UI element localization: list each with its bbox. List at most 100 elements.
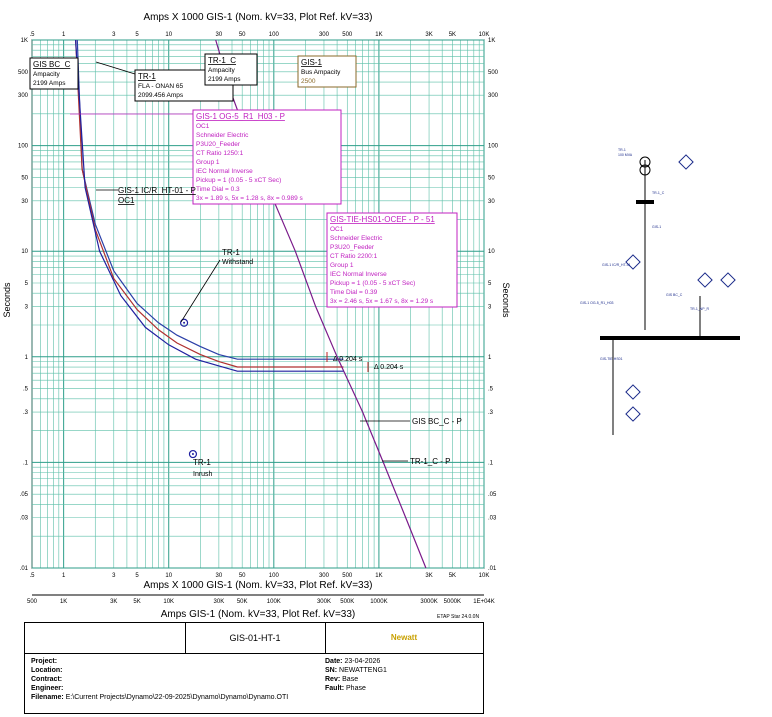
relay-icon (697, 272, 713, 288)
oneline-label: TR-1_NP_R (690, 307, 710, 311)
oneline-label: TR-1_C (652, 191, 665, 195)
x-tick-label-bottom: 5 (135, 573, 139, 579)
x-tick-label-top: 300 (319, 32, 330, 38)
x-tick-label-bottom: 10 (165, 573, 172, 579)
callout-og5-line: Pickup = 1 (0.05 - 5 xCT Sec) (196, 177, 281, 184)
x-tick-label-top: 3K (425, 32, 432, 38)
chart-bottom-title: Amps X 1000 GIS-1 (Nom. kV=33, Plot Ref.… (144, 580, 373, 591)
y-tick-label-right: .01 (488, 566, 497, 572)
callout-tr1-fla-line: FLA - ONAN 65 (138, 83, 184, 90)
callout-tie-line: Group 1 (330, 262, 354, 269)
bus-bar-gis1 (600, 336, 740, 340)
x-tick-label-bottom: 3 (112, 573, 116, 579)
x-tick-label-top: .5 (29, 32, 35, 38)
x-tick-label-top: 5 (135, 32, 139, 38)
y-tick-label-right: .05 (488, 492, 497, 498)
serial-number: NEWATTENG1 (339, 667, 387, 674)
y-tick-label-left: 100 (18, 144, 29, 150)
marker-dot (191, 453, 194, 456)
title-block: GIS-01-HT-1 Newatt Project: Location: Co… (24, 622, 484, 714)
x2-tick-label: 5K (133, 599, 140, 605)
callout-gis-bc-line: Ampacity (33, 71, 60, 78)
y-tick-label-right: 100 (488, 144, 499, 150)
y-tick-label-right: 500 (488, 70, 499, 76)
x-tick-label-top: 10 (165, 32, 172, 38)
x-tick-label-bottom: 10K (479, 573, 490, 579)
tr-name: TR-1 (618, 148, 626, 152)
label-tr1-c-p: TR-1_C - P (410, 457, 450, 466)
x2-tick-label: 100K (267, 599, 281, 605)
y-axis-label-left: Seconds (2, 282, 12, 318)
y-tick-label-left: 500 (18, 70, 29, 76)
callout-tie-line: Schneider Electric (330, 235, 383, 242)
y-axis-label-right: Seconds (501, 282, 511, 318)
callout-og5-line: OC1 (196, 123, 210, 130)
callout-tie-line: OC1 (330, 226, 344, 233)
callout-og5-line: CT Ratio 1250:1 (196, 150, 244, 157)
oneline-label: GIS-TIE-HS01 (600, 357, 623, 361)
callout-tr1-c-ampacity-line: Ampacity (208, 67, 235, 74)
x2-tick-label: 50K (237, 599, 248, 605)
label-inrush: TR-1 (193, 458, 211, 467)
y-tick-label-right: 1 (488, 355, 492, 361)
label-icr-oc1: OC1 (118, 196, 135, 205)
chart-title: Amps X 1000 GIS-1 (Nom. kV=33, Plot Ref.… (144, 12, 373, 23)
y-tick-label-left: .05 (20, 492, 29, 498)
x-tick-label-top: 30 (216, 32, 223, 38)
x-tick-label-bottom: 30 (216, 573, 223, 579)
fault-type: Phase (346, 685, 366, 692)
callout-og5-line: P3U20_Feeder (196, 141, 241, 148)
x2-tick-label: 1000K (370, 599, 387, 605)
x-tick-label-top: 3 (112, 32, 116, 38)
label-icr: GIS-1 IC/R_HT-01 - P (118, 186, 196, 195)
y-tick-label-left: .5 (23, 387, 29, 393)
y-tick-label-left: 5 (25, 281, 29, 287)
x-tick-label-top: 5K (449, 32, 456, 38)
y-tick-label-left: 3 (25, 304, 29, 310)
x-tick-label-bottom: 500 (342, 573, 353, 579)
y-tick-label-left: 10 (21, 249, 28, 255)
y-tick-label-right: 300 (488, 93, 499, 99)
filename: E:\Current Projects\Dynamo\22-09-2025\Dy… (65, 694, 289, 701)
y-tick-label-right: 5 (488, 281, 492, 287)
callout-og5-line: Time Dial = 0.3 (196, 186, 240, 193)
x-axis-label: Amps GIS-1 (Nom. kV=33, Plot Ref. kV=33) (161, 609, 356, 620)
tr-rating: 100 MVA (618, 153, 633, 157)
x2-tick-label: 1E+04K (473, 599, 495, 605)
x-tick-label-bottom: 1K (375, 573, 382, 579)
x-tick-label-bottom: 50 (239, 573, 246, 579)
tcc-chart: .5 .5 1 1 3 3 5 5 10 10 30 30 50 50 100 100 300 300 500 500… (2, 12, 740, 620)
y-tick-label-left: .1 (23, 460, 29, 466)
x2-tick-label: 500 (27, 599, 38, 605)
x-tick-label-top: 1 (62, 32, 66, 38)
x-tick-label-bottom: .5 (29, 573, 35, 579)
breaker-icon (636, 200, 654, 204)
callout-gis-bc-line: 2199 Amps (33, 80, 66, 87)
y-tick-label-right: .5 (488, 387, 494, 393)
y-tick-label-right: .1 (488, 460, 494, 466)
relay-icon (625, 406, 641, 422)
x-tick-label-bottom: 1 (62, 573, 66, 579)
x2-tick-label: 300K (317, 599, 331, 605)
y-tick-label-left: .03 (20, 516, 29, 522)
drawing-number: GIS-01-HT-1 (185, 623, 326, 653)
y-tick-label-right: .03 (488, 516, 497, 522)
x-tick-label-bottom: 300 (319, 573, 330, 579)
date: 23-04-2026 (344, 658, 381, 665)
x-tick-label-top: 100 (269, 32, 280, 38)
label-delta-2: Δ 0.204 s (374, 364, 404, 371)
label-delta-1: Δ 0.204 s (333, 356, 363, 363)
y-tick-label-right: 50 (488, 175, 495, 181)
x2-tick-label: 30K (214, 599, 225, 605)
callout-og5-line: IEC Normal Inverse (196, 168, 253, 175)
x2-tick-label: 3000K (420, 599, 437, 605)
callout-og5-line: GIS-1 OG-5_R1_H03 - P (196, 112, 285, 121)
callout-tr1-fla-line: 2099.456 Amps (138, 92, 184, 99)
callout-gis-bc-line: GIS BC_C (33, 60, 71, 69)
x2-tick-label: 3K (110, 599, 117, 605)
x2-tick-label: 1K (60, 599, 67, 605)
x-tick-label-bottom: 3K (425, 573, 432, 579)
x-tick-label-bottom: 100 (269, 573, 280, 579)
callout-tie-line: GIS-TIE-HS01-OCEF - P - 51 (330, 215, 435, 224)
x2-tick-label: 500K (340, 599, 354, 605)
